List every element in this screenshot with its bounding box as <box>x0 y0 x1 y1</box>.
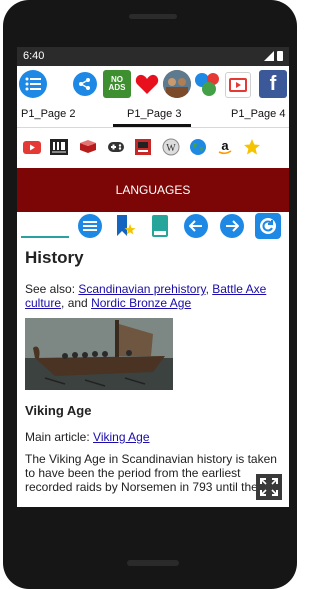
list-icon <box>25 77 41 91</box>
notebook-icon <box>152 215 168 237</box>
speaker-grille <box>129 14 177 19</box>
facebook-button[interactable]: f <box>259 70 287 98</box>
reader-nav-bar <box>17 212 289 240</box>
category-banner[interactable]: LANGUAGES <box>17 168 289 212</box>
video-app-button[interactable] <box>225 72 251 98</box>
tv-app-icon[interactable] <box>135 139 151 155</box>
section-title-viking-age: Viking Age <box>25 403 92 418</box>
page-tabs: P1_Page 2 P1_Page 3 P1_Page 4 <box>17 103 289 128</box>
gamepad-icon[interactable] <box>107 139 125 155</box>
no-ads-button[interactable]: NO ADS <box>103 70 131 98</box>
main-article-prefix: Main article: <box>25 430 94 444</box>
previous-button[interactable] <box>184 214 208 238</box>
no-ads-label-bottom: ADS <box>108 83 126 92</box>
status-bar: 6:40 <box>17 47 289 66</box>
bookmark-star-icon <box>117 215 136 236</box>
play-window-icon <box>229 78 247 92</box>
book-icon[interactable] <box>79 139 97 155</box>
arrow-left-icon <box>189 220 202 232</box>
apps-bubbles-button[interactable] <box>193 70 221 98</box>
phone-frame: 6:40 NO ADS f P1_Page 2 P1_Page 3 P1_Pag… <box>3 0 297 589</box>
status-time: 6:40 <box>23 50 45 62</box>
link-nordic-bronze-age[interactable]: Nordic Bronze Age <box>91 296 191 310</box>
profile-avatar-button[interactable] <box>163 70 191 98</box>
amazon-icon[interactable]: a <box>216 139 234 155</box>
bubbles-icon <box>195 73 219 96</box>
link-viking-age[interactable]: Viking Age <box>93 430 150 444</box>
globe-icon[interactable] <box>189 139 207 155</box>
wikipedia-icon[interactable]: W <box>162 138 180 156</box>
imdb-icon[interactable] <box>50 139 68 155</box>
arrow-right-icon <box>226 220 239 232</box>
menu-list-button[interactable] <box>19 70 47 98</box>
status-icons <box>264 51 283 61</box>
notebook-button[interactable] <box>148 214 172 238</box>
refresh-icon <box>260 218 276 234</box>
see-also-separator-2: , and <box>61 296 92 310</box>
heart-icon <box>135 74 159 94</box>
tab-page-3[interactable]: P1_Page 3 <box>127 108 181 120</box>
facebook-icon: f <box>269 72 277 95</box>
progress-underline <box>21 236 69 238</box>
viking-ship-picture <box>25 318 173 390</box>
avatar-icon <box>163 70 191 98</box>
see-also-prefix: See also: <box>25 282 79 296</box>
fullscreen-icon <box>260 478 278 496</box>
svg-text:a: a <box>221 139 229 153</box>
contents-button[interactable] <box>78 214 102 238</box>
article-content: History See also: Scandinavian prehistor… <box>25 242 281 502</box>
article-paragraph: The Viking Age in Scandinavian history i… <box>25 452 277 494</box>
youtube-icon[interactable] <box>23 139 41 155</box>
bookmark-star-button[interactable] <box>113 214 137 238</box>
fullscreen-button[interactable] <box>256 474 282 500</box>
share-icon <box>79 78 90 90</box>
app-screen: 6:40 NO ADS f P1_Page 2 P1_Page 3 P1_Pag… <box>17 47 289 507</box>
tab-page-2[interactable]: P1_Page 2 <box>21 108 75 120</box>
menu-icon <box>83 221 97 231</box>
viking-ship-image <box>25 318 173 390</box>
svg-text:W: W <box>166 143 176 154</box>
shortcut-icon-row: W a <box>17 128 289 166</box>
refresh-button[interactable] <box>255 213 281 239</box>
share-button[interactable] <box>73 72 97 96</box>
link-scandinavian-prehistory[interactable]: Scandinavian prehistory <box>78 282 205 296</box>
see-also-line: See also: Scandinavian prehistory, Battl… <box>25 282 281 310</box>
top-toolbar: NO ADS f <box>17 66 289 103</box>
home-indicator <box>127 560 179 566</box>
signal-icon <box>264 51 274 61</box>
banner-label: LANGUAGES <box>115 183 191 197</box>
main-article-line: Main article: Viking Age <box>25 430 281 444</box>
next-button[interactable] <box>220 214 244 238</box>
active-tab-indicator <box>113 124 191 127</box>
favorite-button[interactable] <box>133 70 161 98</box>
tab-page-4[interactable]: P1_Page 4 <box>231 108 285 120</box>
star-icon[interactable] <box>243 139 261 155</box>
battery-icon <box>277 51 283 61</box>
article-title: History <box>25 248 84 267</box>
